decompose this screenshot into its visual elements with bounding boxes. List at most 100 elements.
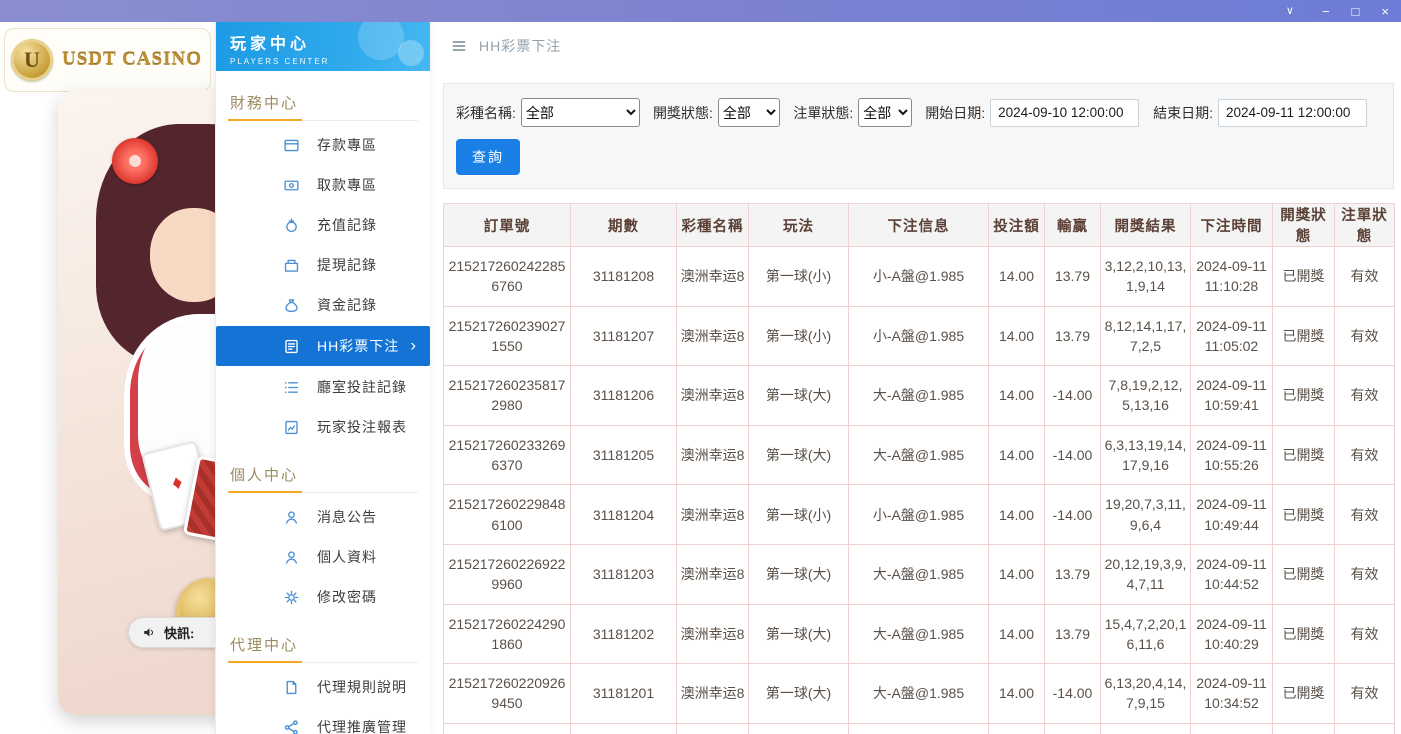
cell-draw-result: 3,12,2,10,13,1,9,14 — [1101, 247, 1191, 307]
close-icon[interactable]: × — [1381, 5, 1389, 18]
brand-monogram: U — [24, 47, 40, 73]
cell-lottery-name: 澳洲幸运8 — [677, 247, 749, 307]
hamburger-menu-icon[interactable] — [451, 38, 467, 54]
sidebar-item-agent-promotion[interactable]: 代理推廣管理 — [216, 707, 430, 734]
col-header-order-no: 訂單號 — [444, 204, 571, 247]
sidebar-item-funds-record[interactable]: 資金記錄 — [216, 285, 430, 325]
sidebar-item-profile[interactable]: 個人資料 — [216, 537, 430, 577]
cell-bet-info: 大-A盤@1.985 — [849, 425, 989, 485]
sidebar-item-deposit[interactable]: 存款專區 — [216, 125, 430, 165]
table-header-row: 訂單號期數彩種名稱玩法下注信息投注額輸贏開獎結果下注時間開獎狀態注單狀態 — [444, 204, 1395, 247]
col-header-bet-time: 下注時間 — [1191, 204, 1273, 247]
agent-rules-icon — [283, 679, 300, 696]
speaker-icon — [142, 625, 157, 640]
cell-order-no: 2152172602390271550 — [444, 306, 571, 366]
order-status-select[interactable]: 全部 — [858, 98, 912, 127]
filter-panel: 彩種名稱: 全部 開獎狀態: 全部 注單狀態: 全部 開始日期: 結束日期: 查… — [443, 83, 1394, 189]
cell-lottery-name: 澳洲幸运8 — [677, 604, 749, 664]
cell-draw-status: 已開獎 — [1273, 306, 1335, 366]
cell-bet-time: 2024-09-11 10:55:26 — [1191, 425, 1273, 485]
filter-row: 彩種名稱: 全部 開獎狀態: 全部 注單狀態: 全部 開始日期: 結束日期: — [456, 98, 1381, 127]
player-report-icon — [283, 419, 300, 436]
recharge-record-icon — [283, 217, 300, 234]
sidebar-item-label: 代理推廣管理 — [317, 717, 407, 734]
draw-status-select[interactable]: 全部 — [718, 98, 780, 127]
cell-order-status: 有效 — [1335, 604, 1395, 664]
cell-bet-info: 大-A盤@1.985 — [849, 366, 989, 426]
chevron-down-icon[interactable]: ∨ — [1286, 6, 1294, 17]
sidebar-section-title: 代理中心 — [228, 627, 418, 663]
lottery-bet-icon — [283, 338, 300, 355]
cell-bet-time: 2024-09-11 10:49:44 — [1191, 485, 1273, 545]
players-center-header: 玩家中心 PLAYERS CENTER — [216, 22, 430, 71]
cell-bet-amount: 14.00 — [989, 425, 1045, 485]
bets-table: 訂單號期數彩種名稱玩法下注信息投注額輸贏開獎結果下注時間開獎狀態注單狀態 215… — [443, 203, 1395, 734]
cell-draw-status: 已開獎 — [1273, 247, 1335, 307]
sidebar-item-agent-rules[interactable]: 代理規則說明 — [216, 667, 430, 707]
maximize-icon[interactable]: □ — [1352, 5, 1360, 18]
sidebar-item-lottery-bet[interactable]: HH彩票下注› — [216, 326, 430, 366]
cell-draw-status: 已開獎 — [1273, 664, 1335, 724]
cell-bet-info: 大-A盤@1.985 — [849, 664, 989, 724]
window-title-bar: ∨ − □ × — [0, 0, 1401, 22]
col-header-play: 玩法 — [749, 204, 849, 247]
col-header-win-loss: 輸贏 — [1045, 204, 1101, 247]
cell-bet-time: 2024-09-11 10:44:52 — [1191, 544, 1273, 604]
cell-bet-amount: 14.00 — [989, 664, 1045, 724]
start-date-input[interactable] — [990, 99, 1139, 127]
cell-period: 31181207 — [571, 306, 677, 366]
sidebar-item-player-report[interactable]: 玩家投注報表 — [216, 407, 430, 447]
sidebar-item-password[interactable]: 修改密碼 — [216, 577, 430, 617]
table-row: 215217260235817298031181206澳洲幸运8第一球(大)大-… — [444, 366, 1395, 426]
cell-draw-result: 15,4,7,2,20,16,11,6 — [1101, 604, 1191, 664]
cell-draw-result: 18,8,1,13,5,20,14,2 — [1101, 723, 1191, 734]
sidebar-item-label: 提現記錄 — [317, 255, 377, 275]
sidebar-item-withdraw-record[interactable]: 提現記錄 — [216, 245, 430, 285]
sidebar-item-withdraw[interactable]: 取款專區 — [216, 165, 430, 205]
cell-period: 31181204 — [571, 485, 677, 545]
sidebar-item-announcement[interactable]: 消息公告 — [216, 497, 430, 537]
cell-order-no: 2152172602422856760 — [444, 247, 571, 307]
cell-order-status: 有效 — [1335, 425, 1395, 485]
cell-period: 31181208 — [571, 247, 677, 307]
col-header-period: 期數 — [571, 204, 677, 247]
sidebar-item-label: 玩家投注報表 — [317, 417, 407, 437]
cell-play: 第一球(小) — [749, 723, 849, 734]
cell-play: 第一球(大) — [749, 544, 849, 604]
cell-lottery-name: 澳洲幸运8 — [677, 664, 749, 724]
deposit-icon — [283, 137, 300, 154]
flower-ornament — [112, 138, 158, 184]
sidebar-item-label: 充值記錄 — [317, 215, 377, 235]
col-header-draw-result: 開獎結果 — [1101, 204, 1191, 247]
col-header-bet-amount: 投注額 — [989, 204, 1045, 247]
cell-bet-amount: 14.00 — [989, 306, 1045, 366]
cell-order-status: 有效 — [1335, 664, 1395, 724]
cell-order-no: 2152172602298486100 — [444, 485, 571, 545]
lottery-name-select[interactable]: 全部 — [521, 98, 640, 127]
cell-period: 31181205 — [571, 425, 677, 485]
brand-logo-icon: U — [11, 39, 53, 81]
cell-order-status: 有效 — [1335, 306, 1395, 366]
end-date-input[interactable] — [1218, 99, 1367, 127]
sidebar-item-room-record[interactable]: 廳室投註記錄 — [216, 367, 430, 407]
cell-order-no: 2152172602358172980 — [444, 366, 571, 426]
cell-order-status: 有效 — [1335, 723, 1395, 734]
table-body: 215217260242285676031181208澳洲幸运8第一球(小)小-… — [444, 247, 1395, 734]
cell-order-status: 有效 — [1335, 485, 1395, 545]
cell-draw-status: 已開獎 — [1273, 485, 1335, 545]
cell-bet-time: 2024-09-11 11:05:02 — [1191, 306, 1273, 366]
cell-order-status: 有效 — [1335, 247, 1395, 307]
cell-win-loss: -14.00 — [1045, 366, 1101, 426]
cell-draw-status: 已開獎 — [1273, 366, 1335, 426]
cell-period: 31181202 — [571, 604, 677, 664]
cell-order-no: 2152172602209269450 — [444, 664, 571, 724]
start-date-label: 開始日期: — [925, 103, 985, 123]
col-header-draw-status: 開獎狀態 — [1273, 204, 1335, 247]
sidebar-item-recharge-record[interactable]: 充值記錄 — [216, 205, 430, 245]
cell-bet-amount: 14.00 — [989, 485, 1045, 545]
end-date-label: 結束日期: — [1153, 103, 1213, 123]
table-row: 215217260226922996031181203澳洲幸运8第一球(大)大-… — [444, 544, 1395, 604]
withdraw-icon — [283, 177, 300, 194]
search-button[interactable]: 查詢 — [456, 139, 520, 175]
minimize-icon[interactable]: − — [1322, 5, 1330, 18]
